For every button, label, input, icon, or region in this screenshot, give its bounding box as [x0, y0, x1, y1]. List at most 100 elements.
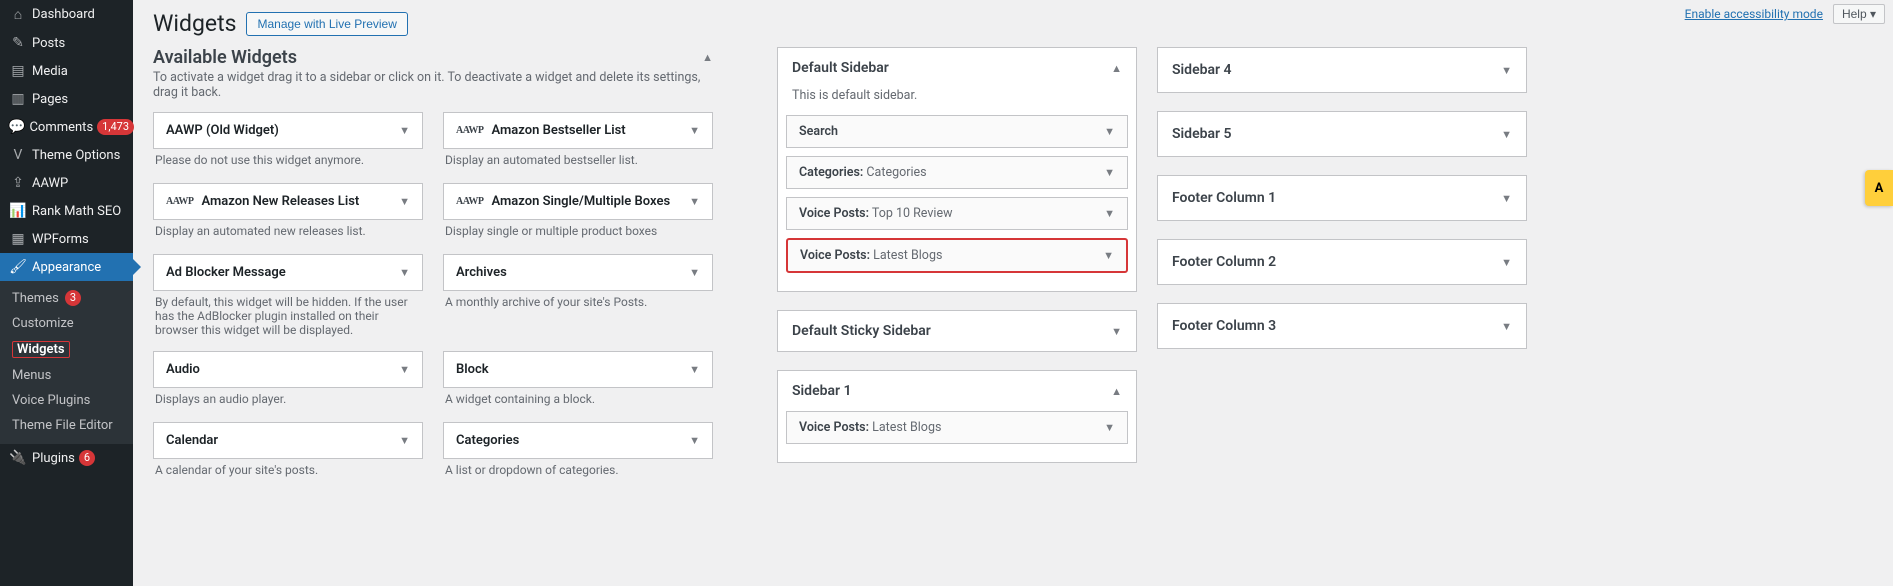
menu-plugins[interactable]: 🔌Plugins6 [0, 444, 133, 472]
menu-label: Comments [29, 120, 93, 135]
chevron-down-icon [1501, 192, 1512, 205]
collapse-available-icon[interactable] [702, 51, 713, 64]
submenu: Themes3CustomizeWidgetsMenusVoice Plugin… [0, 281, 133, 444]
chevron-down-icon [1501, 64, 1512, 77]
menu-label: Rank Math SEO [32, 204, 121, 219]
appearance-icon: 🖌 [8, 259, 28, 275]
available-widget[interactable]: AAWP Amazon Single/Multiple Boxes [443, 183, 713, 220]
comments-icon: 💬 [8, 119, 25, 135]
available-widget[interactable]: Categories [443, 422, 713, 459]
panel-head[interactable]: Sidebar 1 [778, 371, 1136, 411]
menu-dashboard[interactable]: ⌂Dashboard [0, 0, 133, 29]
panel-head[interactable]: Sidebar 5 [1158, 112, 1526, 156]
widget-label: Block [456, 362, 489, 377]
widget-name: Voice Posts: [800, 248, 870, 263]
panel-title: Sidebar 5 [1172, 126, 1232, 142]
menu-posts[interactable]: ✎Posts [0, 29, 133, 57]
badge: 1,473 [97, 119, 134, 135]
panel-default-sticky: Default Sticky Sidebar [777, 310, 1137, 352]
widget-item[interactable]: Voice Posts: Latest Blogs [786, 411, 1128, 444]
panel-title: Footer Column 3 [1172, 318, 1276, 334]
panel-head[interactable]: Default Sticky Sidebar [778, 311, 1136, 351]
chevron-down-icon [689, 266, 700, 279]
submenu-voice-plugins[interactable]: Voice Plugins [0, 388, 133, 413]
widget-name: Categories: [799, 165, 863, 180]
panel-head[interactable]: Footer Column 1 [1158, 176, 1526, 220]
badge: 6 [79, 450, 95, 466]
menu-wpforms[interactable]: ▦WPForms [0, 225, 133, 253]
submenu-customize[interactable]: Customize [0, 311, 133, 336]
panel-desc: This is default sidebar. [778, 88, 1136, 115]
menu-rank-math-seo[interactable]: 📊Rank Math SEO [0, 197, 133, 225]
panel-head[interactable]: Sidebar 4 [1158, 48, 1526, 92]
menu-label: Media [32, 64, 68, 79]
widget-desc: A widget containing a block. [445, 392, 713, 408]
chevron-down-icon [1501, 320, 1512, 333]
side-tab[interactable]: A [1865, 170, 1893, 206]
widget-subtitle: Latest Blogs [873, 248, 942, 263]
panel-footer-column-1: Footer Column 1 [1157, 175, 1527, 221]
menu-media[interactable]: ▤ Media [0, 57, 133, 85]
panel-head[interactable]: Default Sidebar [778, 48, 1136, 88]
widget-subtitle: Latest Blogs [872, 420, 941, 435]
available-widget[interactable]: AAWP Amazon New Releases List [153, 183, 423, 220]
widget-item[interactable]: Search [786, 115, 1128, 148]
available-widget[interactable]: AAWP (Old Widget) [153, 112, 423, 149]
chevron-down-icon [689, 363, 700, 376]
available-desc: To activate a widget drag it to a sideba… [153, 70, 713, 100]
widget-desc: Display an automated new releases list. [155, 224, 423, 240]
media-icon: ▤ [8, 63, 28, 79]
widget-desc: Display single or multiple product boxes [445, 224, 713, 240]
chevron-down-icon [399, 124, 410, 137]
available-widget[interactable]: Block [443, 351, 713, 388]
menu-aawp[interactable]: ⇪AAWP [0, 169, 133, 197]
submenu-menus[interactable]: Menus [0, 363, 133, 388]
panel-head[interactable]: Footer Column 3 [1158, 304, 1526, 348]
aawp-logo-icon: AAWP [166, 196, 193, 207]
panel-head[interactable]: Footer Column 2 [1158, 240, 1526, 284]
menu-label: Appearance [32, 260, 101, 275]
widget-desc: A list or dropdown of categories. [445, 463, 713, 479]
panel-sidebar-5: Sidebar 5 [1157, 111, 1527, 157]
widget-name: Voice Posts: [799, 206, 869, 221]
admin-sidebar: ⌂Dashboard✎Posts ▤ Media ▥Pages 💬 Comments 1,4… [0, 0, 133, 586]
widget-item[interactable]: Voice Posts: Top 10 Review [786, 197, 1128, 230]
available-widgets: Available Widgets To activate a widget d… [153, 47, 713, 493]
chevron-up-icon [1111, 385, 1122, 398]
widget-item[interactable]: Voice Posts: Latest Blogs [786, 238, 1128, 273]
chevron-down-icon [399, 434, 410, 447]
available-widget[interactable]: Calendar [153, 422, 423, 459]
available-widget[interactable]: AAWPAmazon Bestseller List [443, 112, 713, 149]
page-title: Widgets [153, 10, 236, 37]
aawp-logo-icon: AAWP [456, 196, 483, 207]
widget-desc: Please do not use this widget anymore. [155, 153, 423, 169]
widget-label: Amazon New Releases List [201, 194, 359, 209]
chevron-down-icon [689, 124, 700, 137]
panel-title: Default Sticky Sidebar [792, 323, 931, 339]
submenu-theme-file-editor[interactable]: Theme File Editor [0, 413, 133, 438]
widget-label: Amazon Bestseller List [491, 123, 625, 138]
available-widget[interactable]: Archives [443, 254, 713, 291]
panel-default-sidebar: Default Sidebar This is default sidebar.… [777, 47, 1137, 292]
menu-comments[interactable]: 💬 Comments 1,473 [0, 113, 133, 141]
widget-item[interactable]: Categories: Categories [786, 156, 1128, 189]
panel-sidebar-1: Sidebar 1 Voice Posts: Latest Blogs [777, 370, 1137, 463]
available-widget[interactable]: Ad Blocker Message [153, 254, 423, 291]
chevron-down-icon [399, 363, 410, 376]
chevron-down-icon [689, 434, 700, 447]
menu-appearance[interactable]: 🖌 Appearance [0, 253, 133, 281]
widget-desc: Display an automated bestseller list. [445, 153, 713, 169]
panel-title: Sidebar 4 [1172, 62, 1232, 78]
widget-label: Amazon Single/Multiple Boxes [491, 194, 670, 209]
submenu-themes[interactable]: Themes3 [0, 285, 133, 311]
panel-title: Default Sidebar [792, 60, 889, 76]
menu-theme-options[interactable]: VTheme Options [0, 141, 133, 169]
live-preview-button[interactable]: Manage with Live Preview [246, 12, 407, 36]
submenu-widgets[interactable]: Widgets [0, 336, 133, 363]
menu-pages[interactable]: ▥Pages [0, 85, 133, 113]
chevron-down-icon [689, 195, 700, 208]
available-widget[interactable]: Audio [153, 351, 423, 388]
chevron-down-icon [1103, 249, 1114, 262]
chevron-down-icon [1104, 207, 1115, 220]
menu-label: WPForms [32, 232, 89, 247]
